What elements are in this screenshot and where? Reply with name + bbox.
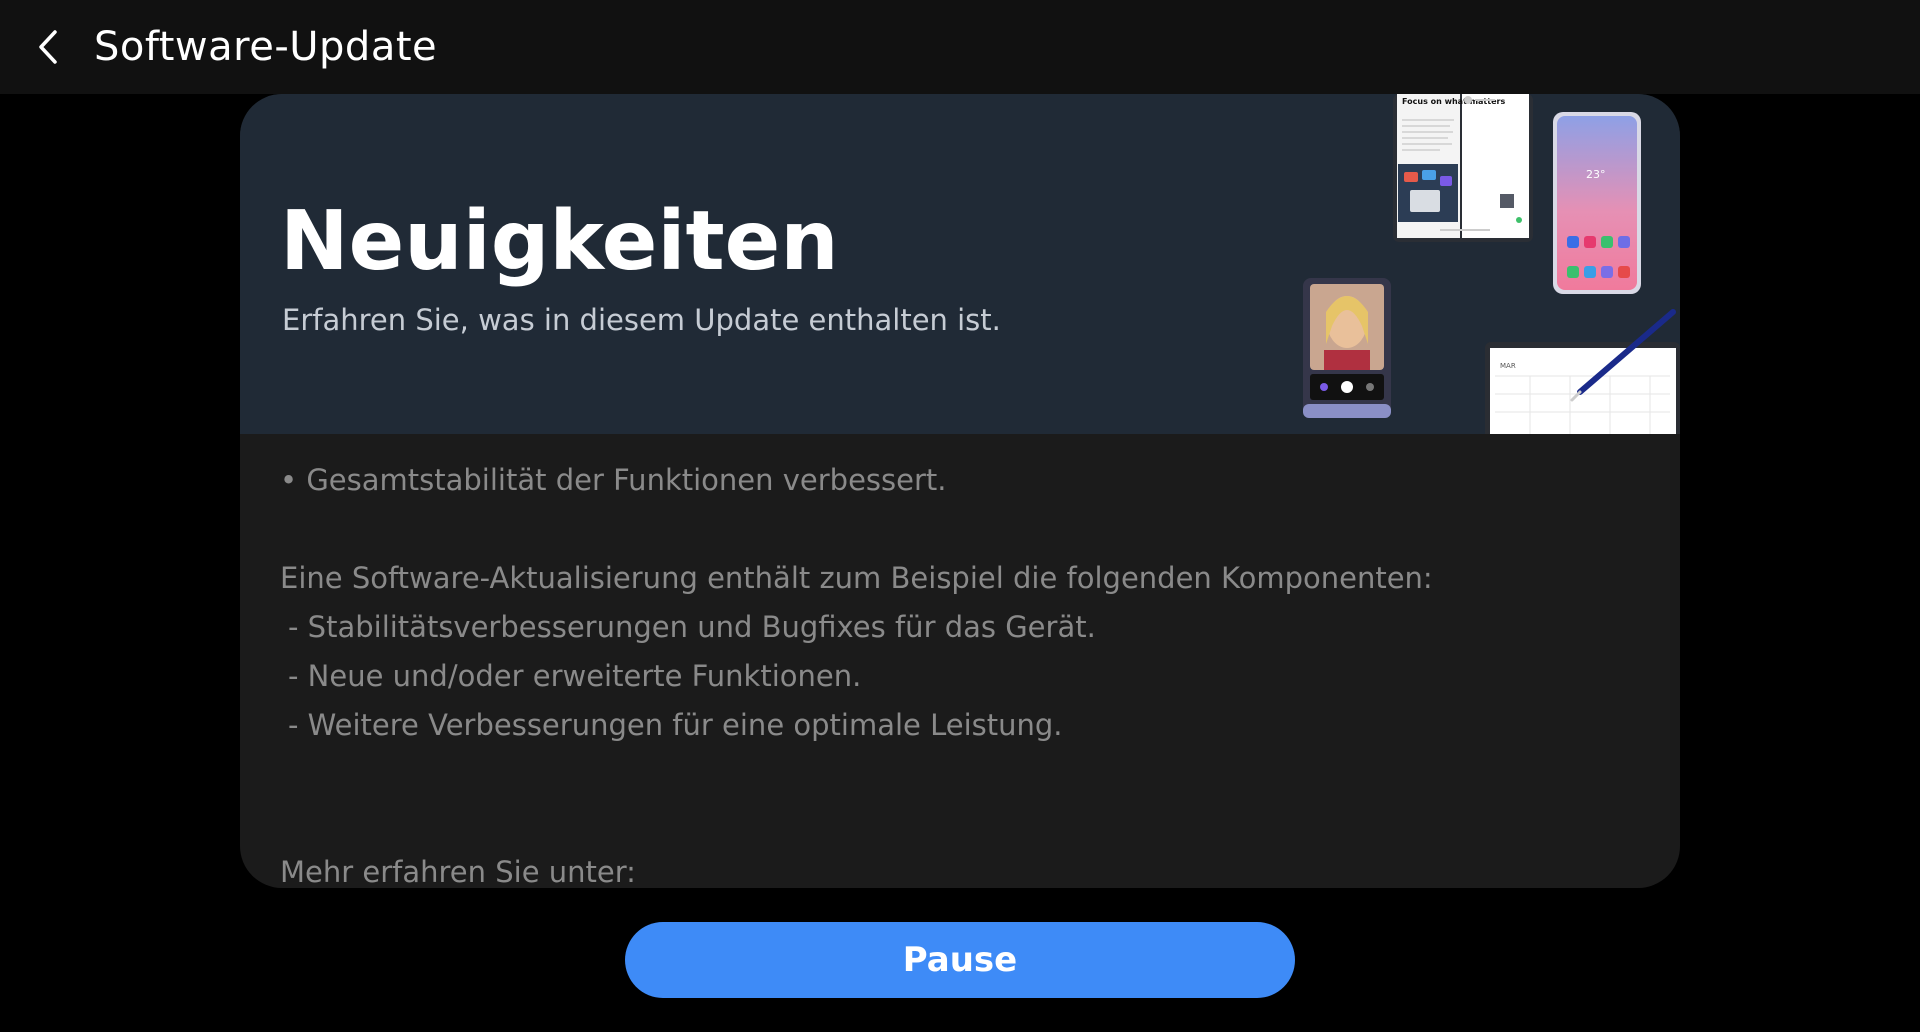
page-title: Software-Update	[94, 24, 438, 70]
release-note-item: - Neue und/oder erweiterte Funktionen.	[288, 659, 862, 693]
release-note-item: - Weitere Verbesserungen für eine optima…	[288, 708, 1063, 742]
hero-subtitle: Erfahren Sie, was in diesem Update entha…	[282, 303, 1001, 337]
phone-screen-heading: Focus on what matters	[1402, 97, 1505, 106]
hero-title: Neuigkeiten	[280, 194, 839, 289]
devices-illustration: Focus on what matters 23° MAR	[1303, 94, 1680, 434]
release-notes: • Gesamtstabilität der Funktionen verbes…	[280, 456, 1640, 888]
back-button[interactable]	[18, 14, 78, 80]
calendar-month: MAR	[1500, 362, 1516, 370]
chevron-left-icon	[39, 30, 57, 64]
release-note-intro: Eine Software-Aktualisierung enthält zum…	[280, 561, 1433, 595]
release-note-item: - Stabilitätsverbesserungen und Bugfixes…	[288, 610, 1096, 644]
tablet-image: MAR	[1485, 309, 1680, 434]
pause-button[interactable]: Pause	[625, 922, 1295, 998]
hero-banner: Neuigkeiten Erfahren Sie, was in diesem …	[240, 94, 1680, 434]
flip-phone-image	[1303, 278, 1391, 418]
app-bar: Software-Update	[0, 0, 1920, 94]
whats-new-card[interactable]: Neuigkeiten Erfahren Sie, was in diesem …	[240, 94, 1680, 888]
release-note-bullet: • Gesamtstabilität der Funktionen verbes…	[280, 463, 947, 497]
release-note-more: Mehr erfahren Sie unter:	[280, 855, 636, 888]
pink-phone-image: 23°	[1553, 112, 1641, 294]
phone-clock: 23°	[1586, 168, 1606, 181]
foldable-phone-image: Focus on what matters	[1393, 94, 1533, 242]
